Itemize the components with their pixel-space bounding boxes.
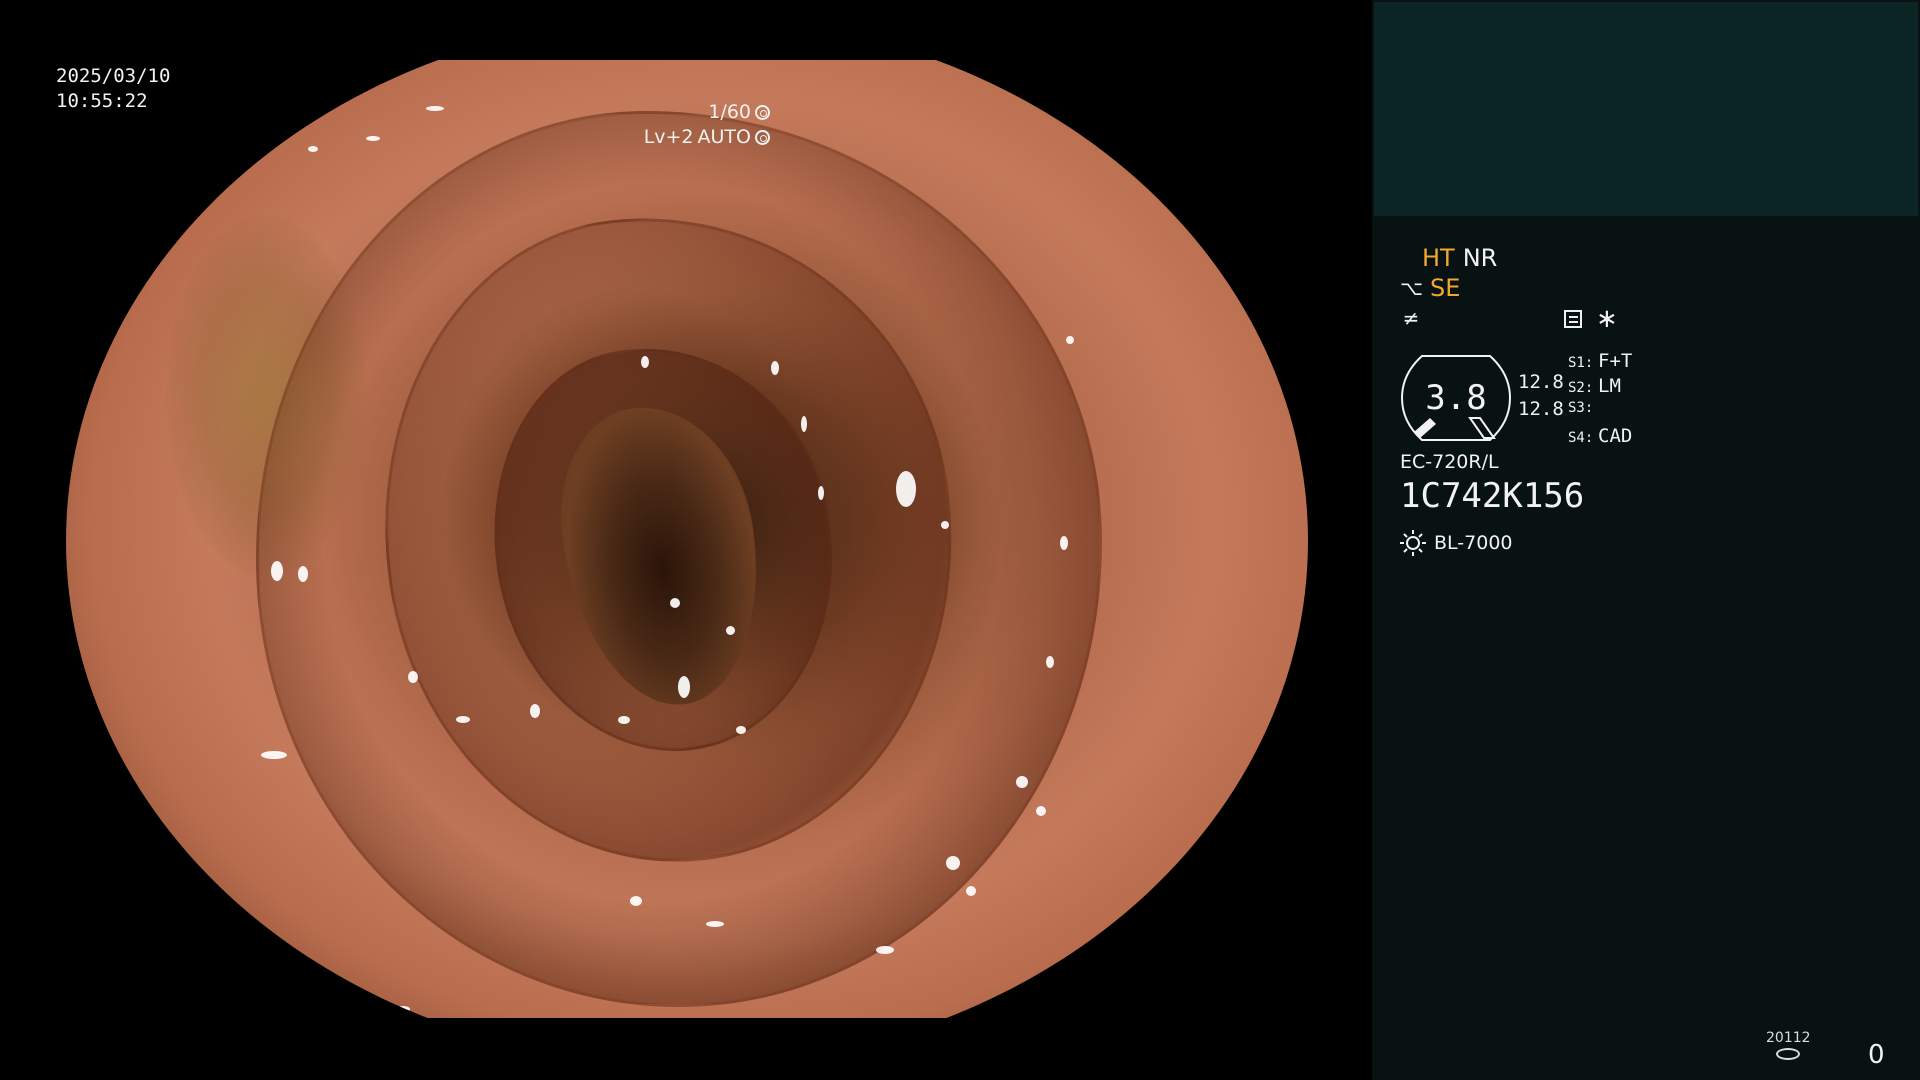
switch-row: S2: LM — [1568, 375, 1632, 400]
endoscope-image-area: 2025/03/10 10:55:22 1/60 Lv+2 AUTO — [0, 0, 1372, 1080]
gauge-value: 3.8 — [1425, 378, 1487, 418]
specular-highlight — [678, 676, 690, 698]
specular-highlight — [1016, 776, 1028, 788]
switch-value: LM — [1598, 375, 1621, 397]
specular-highlight — [801, 416, 807, 432]
switch-value: CAD — [1598, 425, 1633, 447]
specular-highlight — [706, 921, 724, 927]
switch-value: F+T — [1598, 350, 1633, 372]
specular-highlight — [726, 626, 735, 635]
specular-highlight — [396, 1006, 410, 1012]
specular-highlight — [298, 566, 308, 582]
switch-row: S3: — [1568, 400, 1632, 425]
scope-model: EC-720R/L — [1400, 451, 1499, 473]
switch-key: S2: — [1568, 380, 1594, 396]
specular-highlight — [426, 106, 444, 111]
specular-highlight — [308, 146, 318, 152]
light-source-model: BL-7000 — [1434, 532, 1513, 554]
aperture-icon — [755, 105, 770, 120]
scope-serial-number: 1C742K156 — [1400, 476, 1585, 516]
specular-highlight — [1066, 336, 1074, 344]
specular-highlight — [366, 136, 380, 141]
iris-icon — [755, 130, 770, 145]
specular-highlight — [1060, 536, 1068, 550]
info-panel: HT NR ⌥ SE ≠ ∗ 3.8 12.8 12.8 S1: F+T S2:… — [1372, 0, 1920, 1080]
light-source-icon — [1400, 530, 1426, 556]
specular-highlight — [896, 471, 916, 507]
specular-highlight — [618, 716, 630, 724]
specular-highlight — [941, 521, 949, 529]
switch-row: S4: CAD — [1568, 425, 1632, 450]
endoscope-image-crop — [0, 60, 1372, 1018]
time-text: 10:55:22 — [56, 90, 148, 112]
endoscope-image — [66, 60, 1308, 1018]
edge-enhance-icon: ≠ — [1402, 306, 1420, 330]
specular-highlight — [946, 856, 960, 870]
document-icon — [1564, 310, 1582, 328]
specular-highlight — [876, 946, 894, 954]
shutter-text: 1/60 — [708, 101, 751, 123]
specular-highlight — [966, 886, 976, 896]
storage-disk-icon — [1776, 1048, 1801, 1060]
ht-mode-label: HT — [1422, 244, 1455, 272]
specular-highlight — [530, 704, 540, 718]
specular-highlight — [271, 561, 283, 581]
specular-highlight — [408, 671, 418, 683]
date-text: 2025/03/10 — [56, 65, 171, 87]
gauge-side-top: 12.8 — [1518, 371, 1564, 393]
image-index: 0 — [1868, 1040, 1885, 1070]
asterisk-icon: ∗ — [1596, 304, 1618, 334]
specular-highlight — [630, 896, 642, 906]
mode-row-edge: ≠ — [1400, 304, 1422, 332]
iris-row: Lv+2 AUTO — [644, 125, 770, 150]
iris-text: AUTO — [697, 126, 751, 148]
light-source-row: BL-7000 — [1400, 530, 1513, 556]
switch-key: S4: — [1568, 430, 1594, 446]
endoscopy-monitor: 2025/03/10 10:55:22 1/60 Lv+2 AUTO HT NR… — [0, 0, 1920, 1080]
thumbnail-area — [1374, 2, 1918, 216]
switch-key: S1: — [1568, 355, 1594, 371]
specular-highlight — [641, 356, 649, 368]
specular-highlight — [670, 598, 680, 608]
mode-row-se: ⌥ SE — [1400, 274, 1460, 302]
exposure-overlay: 1/60 Lv+2 AUTO — [644, 100, 770, 150]
specular-highlight — [771, 361, 779, 375]
specular-highlight — [736, 726, 746, 734]
storage-counter: 20112 — [1766, 1030, 1811, 1060]
nr-mode-label: NR — [1462, 244, 1498, 272]
specular-highlight — [1046, 656, 1054, 668]
datetime-overlay: 2025/03/10 10:55:22 — [56, 64, 170, 114]
mode-row-ht-nr: HT NR — [1422, 244, 1497, 272]
specular-highlight — [1036, 806, 1046, 816]
zoom-gauge: 3.8 — [1400, 352, 1512, 444]
gauge-side-bottom: 12.8 — [1518, 398, 1564, 420]
level-text: Lv+2 — [643, 126, 694, 148]
switch-key: S3: — [1568, 400, 1594, 416]
se-mode-label: SE — [1430, 274, 1461, 302]
specular-highlight — [818, 486, 824, 500]
shutter-row: 1/60 — [644, 100, 770, 125]
switch-row: S1: F+T — [1568, 350, 1632, 375]
specular-highlight — [456, 716, 470, 723]
storage-count-text: 20112 — [1766, 1030, 1811, 1046]
specular-highlight — [261, 751, 287, 759]
structure-enhance-icon: ⌥ — [1400, 276, 1424, 300]
scope-switch-assignments: S1: F+T S2: LM S3: S4: CAD — [1568, 350, 1632, 450]
